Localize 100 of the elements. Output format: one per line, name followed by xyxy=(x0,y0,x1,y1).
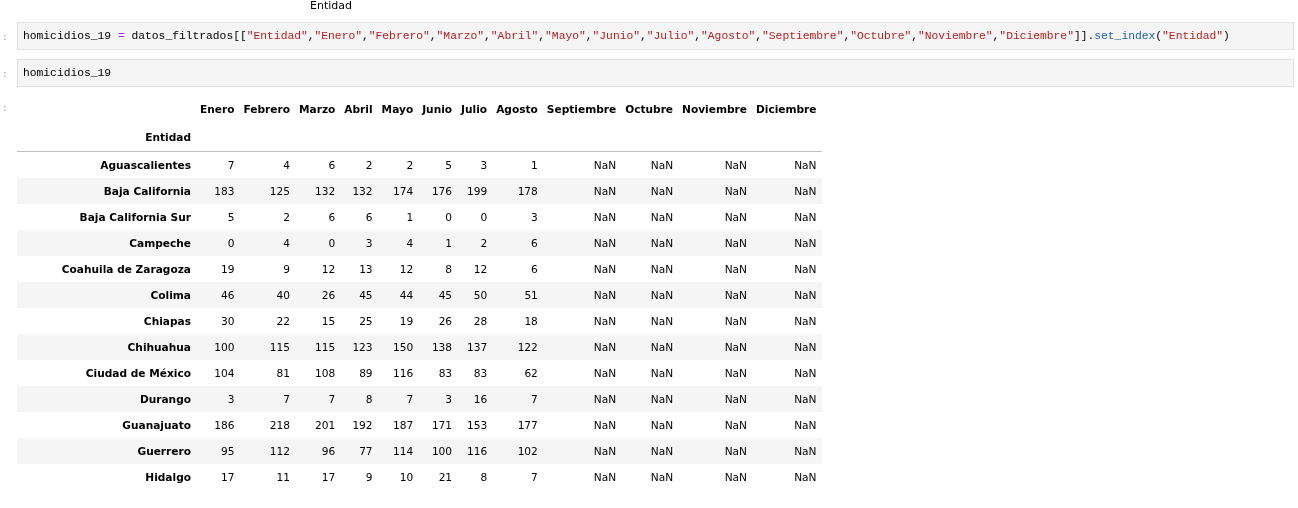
table-cell: 187 xyxy=(377,412,419,438)
table-cell: 12 xyxy=(294,256,341,282)
column-label: Entidad xyxy=(309,0,353,12)
table-cell: NaN xyxy=(621,282,679,308)
table-cell: 132 xyxy=(294,178,341,204)
table-cell: 17 xyxy=(294,464,341,490)
table-cell: NaN xyxy=(621,464,679,490)
table-cell: 7 xyxy=(492,464,543,490)
table-cell: NaN xyxy=(621,308,679,334)
table-cell: NaN xyxy=(542,230,622,256)
column-header: Marzo xyxy=(297,102,337,117)
table-cell: 6 xyxy=(294,151,341,178)
table-cell: 4 xyxy=(239,230,295,256)
table-cell: NaN xyxy=(621,412,679,438)
table-cell: 100 xyxy=(418,438,458,464)
column-header: Agosto xyxy=(495,102,539,117)
table-cell: 7 xyxy=(492,386,543,412)
column-header: Noviembre xyxy=(681,102,748,117)
table-cell: NaN xyxy=(621,360,679,386)
table-cell: NaN xyxy=(751,178,822,204)
table-cell: 138 xyxy=(418,334,458,360)
table-cell: NaN xyxy=(678,282,752,308)
table-cell: NaN xyxy=(621,334,679,360)
table-cell: NaN xyxy=(751,230,822,256)
table-cell: 83 xyxy=(418,360,458,386)
row-label: Ciudad de México xyxy=(17,360,196,386)
table-cell: 112 xyxy=(239,438,295,464)
table-cell: 45 xyxy=(418,282,458,308)
table-cell: NaN xyxy=(621,256,679,282)
code-cell[interactable]: homicidios_19 xyxy=(17,59,1294,87)
row-label: Aguascalientes xyxy=(17,151,196,178)
table-cell: NaN xyxy=(751,334,822,360)
table-cell: 7 xyxy=(294,386,341,412)
table-cell: 4 xyxy=(239,151,295,178)
table-cell: 3 xyxy=(457,151,493,178)
row-label: Chiapas xyxy=(17,308,196,334)
table-cell: 15 xyxy=(294,308,341,334)
code-line: homicidios_19 xyxy=(23,67,112,79)
table-cell: 201 xyxy=(294,412,341,438)
table-cell: NaN xyxy=(621,204,679,230)
table-cell: 1 xyxy=(418,230,458,256)
row-label: Guerrero xyxy=(17,438,196,464)
code-cell[interactable]: homicidios_19 = datos_filtrados[["Entidad","Enero","Febrero","Marzo","Abril","Mayo","Junio","Julio","Agosto","Septiembre","Octubre","Noviembre","Diciembre"]].set_index("Entidad") xyxy=(17,22,1294,50)
table-cell: 26 xyxy=(294,282,341,308)
table-cell: 174 xyxy=(377,178,419,204)
table-cell: 2 xyxy=(340,151,378,178)
table-cell: 51 xyxy=(492,282,543,308)
row-label: Chihuahua xyxy=(17,334,196,360)
column-header: Abril xyxy=(343,102,374,117)
table-cell: 183 xyxy=(196,178,240,204)
table-cell: 132 xyxy=(340,178,378,204)
table-cell: NaN xyxy=(542,360,622,386)
table-cell: NaN xyxy=(542,282,622,308)
table-cell: 2 xyxy=(239,204,295,230)
table-cell: 199 xyxy=(457,178,493,204)
column-header: Febrero xyxy=(242,102,291,117)
column-header: Enero xyxy=(199,102,236,117)
table-cell: NaN xyxy=(751,256,822,282)
table-cell: 18 xyxy=(492,308,543,334)
table-cell: 114 xyxy=(377,438,419,464)
table-cell: NaN xyxy=(751,151,822,178)
table-cell: NaN xyxy=(621,178,679,204)
table-cell: 21 xyxy=(418,464,458,490)
table-cell: NaN xyxy=(678,178,752,204)
table-cell: 89 xyxy=(340,360,378,386)
table-cell: 176 xyxy=(418,178,458,204)
table-cell: 83 xyxy=(457,360,493,386)
table-cell: 3 xyxy=(340,230,378,256)
table-cell: 7 xyxy=(196,151,240,178)
table-cell: NaN xyxy=(542,256,622,282)
table-cell: 12 xyxy=(377,256,419,282)
table-cell: 171 xyxy=(418,412,458,438)
table-cell: 6 xyxy=(492,256,543,282)
table-cell: NaN xyxy=(621,438,679,464)
table-cell: NaN xyxy=(542,204,622,230)
table-cell: NaN xyxy=(542,334,622,360)
table-cell: 137 xyxy=(457,334,493,360)
table-cell: NaN xyxy=(751,386,822,412)
table-cell: NaN xyxy=(751,308,822,334)
table-cell: 115 xyxy=(239,334,295,360)
table-cell: NaN xyxy=(678,464,752,490)
table-cell: 11 xyxy=(239,464,295,490)
table-cell: NaN xyxy=(678,386,752,412)
table-cell: NaN xyxy=(678,360,752,386)
table-cell: 26 xyxy=(418,308,458,334)
index-header: Entidad xyxy=(17,123,196,152)
column-header: Julio xyxy=(459,102,489,117)
table-cell: 0 xyxy=(457,204,493,230)
table-cell: NaN xyxy=(751,204,822,230)
column-header: Diciembre xyxy=(754,102,818,117)
table-cell: 96 xyxy=(294,438,341,464)
table-cell: NaN xyxy=(678,412,752,438)
table-cell: 28 xyxy=(457,308,493,334)
table-cell: NaN xyxy=(678,334,752,360)
row-label: Coahuila de Zaragoza xyxy=(17,256,196,282)
table-cell: 0 xyxy=(196,230,240,256)
table-cell: 50 xyxy=(457,282,493,308)
table-cell: 1 xyxy=(377,204,419,230)
row-label: Baja California Sur xyxy=(17,204,196,230)
table-cell: 5 xyxy=(196,204,240,230)
